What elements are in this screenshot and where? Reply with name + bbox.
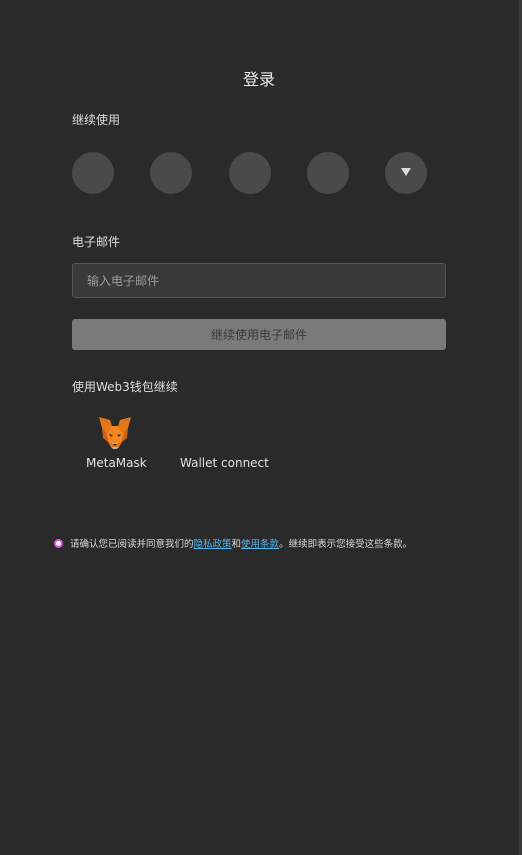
social-login-label: 继续使用 bbox=[72, 113, 121, 127]
chevron-down-icon bbox=[401, 168, 411, 176]
social-provider-button-4[interactable] bbox=[307, 152, 349, 194]
terms-prefix-text: 请确认您已阅读并同意我们的 bbox=[70, 539, 194, 550]
wallet-walletconnect[interactable]: Wallet connect bbox=[180, 414, 269, 470]
terms-consent: 请确认您已阅读并同意我们的隐私政策和使用条款。继续即表示您接受这些条款。 bbox=[54, 536, 412, 550]
social-provider-button-3[interactable] bbox=[229, 152, 271, 194]
wallet-label: Wallet connect bbox=[180, 456, 269, 470]
terms-suffix-text: 。继续即表示您接受这些条款。 bbox=[279, 539, 413, 550]
email-label: 电子邮件 bbox=[72, 235, 121, 249]
login-page: 登录 继续使用 电子邮件 继续使用电子邮件 使用Web3钱包继续 bbox=[0, 0, 522, 855]
walletconnect-icon bbox=[205, 414, 241, 450]
social-provider-button-2[interactable] bbox=[150, 152, 192, 194]
continue-with-email-button[interactable]: 继续使用电子邮件 bbox=[72, 319, 446, 350]
wallet-label: MetaMask bbox=[86, 456, 147, 470]
metamask-fox-icon bbox=[99, 417, 131, 449]
terms-and-text: 和 bbox=[231, 539, 242, 550]
wallet-metamask[interactable]: MetaMask bbox=[86, 414, 147, 470]
terms-of-use-link[interactable]: 使用条款 bbox=[241, 539, 279, 550]
more-providers-button[interactable] bbox=[385, 152, 427, 194]
email-input[interactable] bbox=[72, 263, 446, 298]
terms-consent-radio[interactable] bbox=[54, 539, 63, 548]
web3-wallet-label: 使用Web3钱包继续 bbox=[72, 380, 178, 394]
social-provider-row bbox=[72, 152, 428, 194]
social-provider-button-1[interactable] bbox=[72, 152, 114, 194]
privacy-policy-link[interactable]: 隐私政策 bbox=[194, 539, 232, 550]
page-title: 登录 bbox=[242, 70, 275, 89]
